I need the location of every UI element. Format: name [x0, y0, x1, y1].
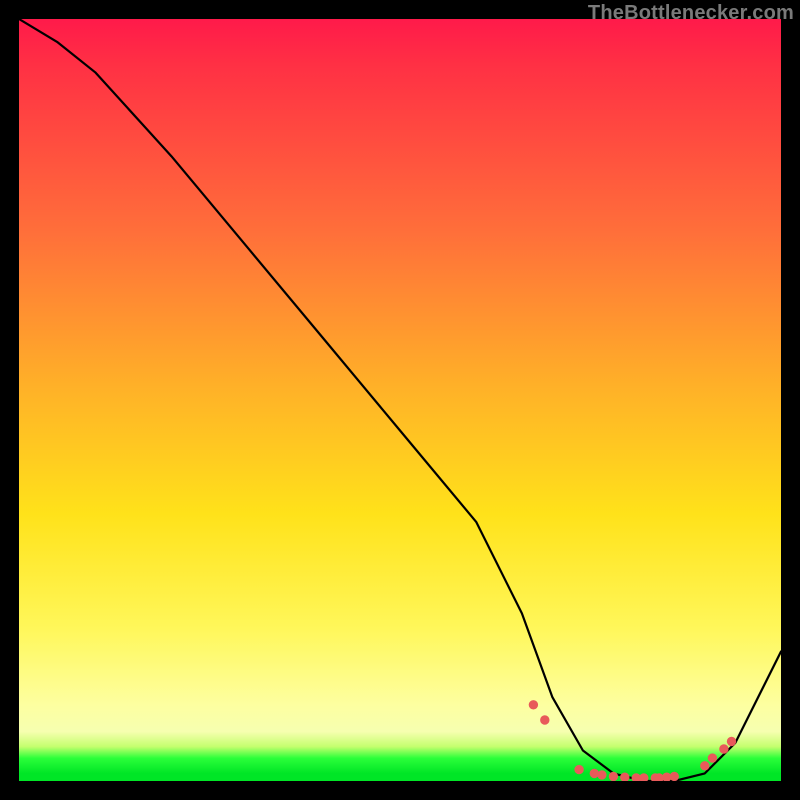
highlight-dot [590, 769, 598, 777]
highlight-dot [529, 701, 537, 709]
chart-svg [19, 19, 781, 781]
highlight-dot [708, 754, 716, 762]
highlight-dot [598, 771, 606, 779]
highlight-dot [541, 716, 549, 724]
highlight-dot [727, 737, 735, 745]
chart-container: TheBottlenecker.com [0, 0, 800, 800]
plot-area [19, 19, 781, 781]
highlight-dot [609, 772, 617, 780]
highlight-dot [621, 773, 629, 781]
highlight-dot [670, 772, 678, 780]
highlight-dot [640, 774, 648, 781]
bottleneck-curve-line [19, 19, 781, 781]
highlight-dot [701, 762, 709, 770]
highlight-dot [575, 765, 583, 773]
highlight-dot [720, 745, 728, 753]
